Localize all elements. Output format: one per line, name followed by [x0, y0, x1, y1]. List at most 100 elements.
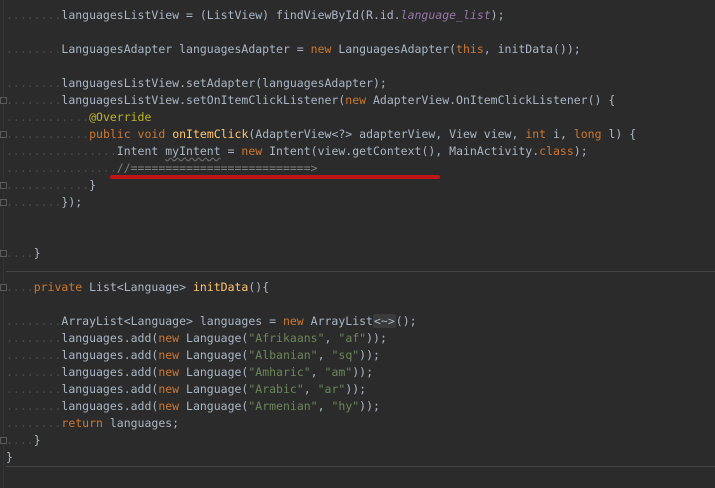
code-line-3[interactable]: ........languagesListView.setAdapter(lan…	[6, 75, 387, 92]
code-token: language_list	[400, 8, 491, 22]
code-line-14[interactable]: ........languages.add(new Language("Afri…	[6, 330, 387, 347]
code-token: new	[241, 144, 263, 158]
code-token: languages.add(	[61, 382, 159, 396]
code-token: new	[158, 382, 180, 396]
code-line-6[interactable]: ............public void onItemClick(Adap…	[6, 126, 636, 143]
indent-dots: ............	[6, 110, 90, 124]
diamond-hint[interactable]: <~>	[372, 314, 396, 328]
indent-dots: ........	[6, 331, 62, 345]
code-line-4[interactable]: ........languagesListView.setOnItemClick…	[6, 92, 615, 109]
code-token: Language(	[179, 348, 249, 362]
red-highlight-underline	[110, 175, 440, 179]
indent-dots: ........	[6, 382, 62, 396]
indent-dots: ................	[6, 144, 117, 158]
code-token: , initData());	[483, 42, 581, 56]
code-token: languagesListView	[61, 8, 180, 22]
code-token: ,	[317, 348, 332, 362]
code-token: (AdapterView<?> adapterView, View view,	[248, 127, 526, 141]
code-token: @Override	[89, 110, 152, 124]
code-string: "Armenian"	[248, 399, 318, 413]
code-token: = (ListView) findViewById(R.id.	[179, 8, 401, 22]
code-line-21[interactable]: }	[6, 449, 13, 466]
code-line-10[interactable]: ........});	[6, 194, 82, 211]
code-token: AdapterView.OnItemClickListener() {	[366, 93, 616, 107]
code-line-12[interactable]: ....private List<Language> initData(){	[6, 279, 269, 296]
code-line-18[interactable]: ........languages.add(new Language("Arme…	[6, 398, 380, 415]
indent-dots: ....	[6, 433, 34, 447]
code-string: "am"	[324, 365, 353, 379]
code-line-15[interactable]: ........languages.add(new Language("Alba…	[6, 347, 380, 364]
code-token: ,	[317, 399, 332, 413]
indent-dots: ........	[6, 8, 62, 22]
code-token: new	[158, 348, 180, 362]
code-token: public void	[89, 127, 166, 141]
code-token: return	[61, 416, 103, 430]
code-token: ));	[352, 365, 374, 379]
code-line-19[interactable]: ........return languages;	[6, 415, 179, 432]
code-token: languages;	[102, 416, 180, 430]
code-line-11[interactable]: ....}	[6, 245, 41, 262]
code-token: new	[310, 42, 332, 56]
code-line-2[interactable]: ........LanguagesAdapter languagesAdapte…	[6, 41, 581, 58]
code-token: ));	[345, 382, 367, 396]
code-token: new	[158, 365, 180, 379]
code-string: "Amharic"	[248, 365, 311, 379]
code-token: onItemClick	[172, 127, 249, 141]
code-token: LanguagesAdapter languagesAdapter =	[61, 42, 311, 56]
code-token: }	[89, 178, 97, 192]
code-string: "Albanian"	[248, 348, 318, 362]
code-token: new	[345, 93, 367, 107]
code-token: ));	[359, 348, 380, 362]
indent-dots: ........	[6, 416, 62, 430]
code-line-16[interactable]: ........languages.add(new Language("Amha…	[6, 364, 373, 381]
code-token: class	[539, 144, 574, 158]
indent-dots: ....	[6, 280, 34, 294]
indent-dots: ........	[6, 399, 62, 413]
code-token: initData	[192, 280, 249, 294]
indent-dots: ........	[6, 365, 62, 379]
code-token: languages.add(	[61, 399, 159, 413]
code-string: "hy"	[331, 399, 360, 413]
code-token: Language(	[179, 399, 249, 413]
code-string: "af"	[338, 331, 367, 345]
code-token: }	[33, 433, 41, 447]
code-token: private	[33, 280, 83, 294]
indent-dots: ....	[6, 246, 34, 260]
code-token: ();	[395, 314, 417, 328]
code-line-20[interactable]: ....}	[6, 432, 41, 449]
code-token: l) {	[601, 127, 637, 141]
code-token: );	[573, 144, 588, 158]
indent-dots: ........	[6, 93, 62, 107]
code-token: List<Language>	[82, 280, 193, 294]
code-string: "Arabic"	[248, 382, 304, 396]
code-token: languages.add(	[61, 331, 159, 345]
method-separator	[6, 466, 715, 467]
code-editor[interactable]: ........languagesListView = (ListView) f…	[0, 0, 715, 488]
code-line-17[interactable]: ........languages.add(new Language("Arab…	[6, 381, 366, 398]
code-token: new	[282, 314, 304, 328]
indent-dots: ........	[6, 348, 62, 362]
code-line-1[interactable]: ........languagesListView = (ListView) f…	[6, 7, 505, 24]
code-token: }	[33, 246, 41, 260]
code-line-9[interactable]: ............}	[6, 177, 96, 194]
code-token: languagesListView.setOnItemClickListener…	[61, 93, 346, 107]
code-string: "sq"	[331, 348, 360, 362]
code-token: ));	[366, 331, 387, 345]
code-token: Language(	[179, 382, 249, 396]
code-line-7[interactable]: ................Intent myIntent = new In…	[6, 143, 588, 160]
code-token: Language(	[179, 365, 249, 379]
code-token: this	[456, 42, 484, 56]
code-line-13[interactable]: ........ArrayList<Language> languages = …	[6, 313, 417, 330]
indent-dots: ........	[6, 42, 62, 56]
code-token: =	[220, 144, 242, 158]
method-separator	[6, 271, 715, 272]
code-token: ,	[303, 382, 318, 396]
code-token: ArrayList<Language> languages =	[61, 314, 283, 328]
code-line-5[interactable]: ............@Override	[6, 109, 151, 126]
indent-dots: ............	[6, 127, 90, 141]
indent-dots: ........	[6, 76, 62, 90]
gutter	[3, 0, 4, 488]
code-token: (){	[248, 280, 270, 294]
code-token: ArrayList	[303, 314, 373, 328]
indent-dots: ............	[6, 178, 90, 192]
